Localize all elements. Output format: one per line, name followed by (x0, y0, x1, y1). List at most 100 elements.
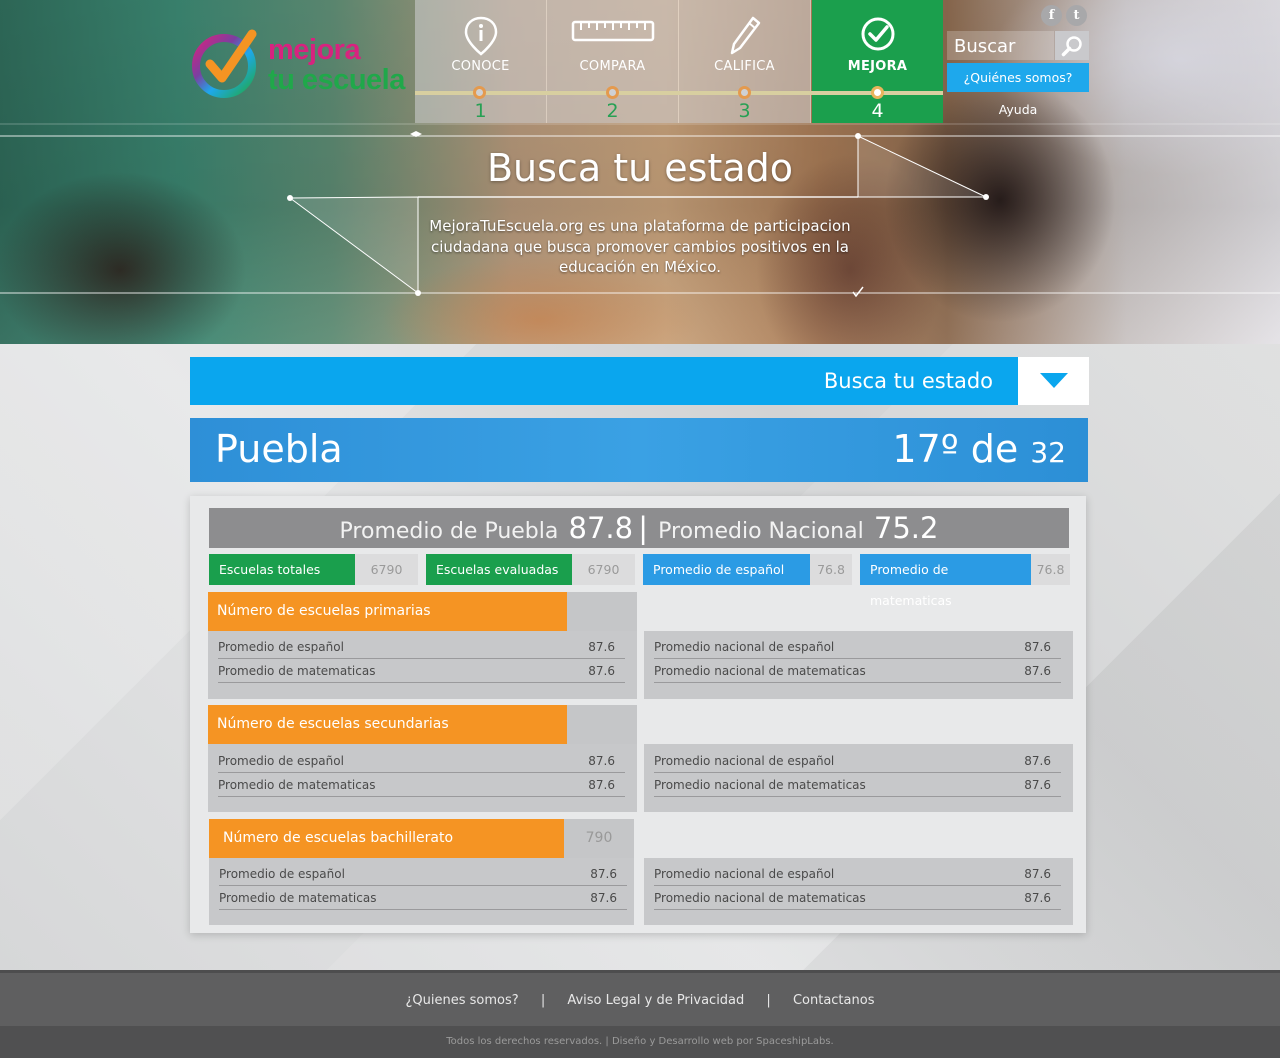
step-label: COMPARA (579, 59, 646, 74)
section-primarias-header: Número de escuelas primarias (208, 592, 567, 631)
ayuda-link[interactable]: Ayuda (947, 97, 1089, 123)
national-average-label: Promedio Nacional (658, 519, 864, 544)
info-pin-icon (415, 16, 546, 56)
row-label: Promedio de español (218, 754, 344, 768)
step-progress-line (415, 91, 943, 95)
search-button[interactable] (1055, 31, 1089, 60)
kpi-label: Promedio de matematicas (860, 554, 1031, 608)
search-icon (1061, 35, 1082, 56)
state-rank-position: 17º de (892, 427, 1019, 471)
kpi-label: Promedio de español (643, 554, 810, 585)
row-label: Promedio nacional de español (654, 867, 835, 881)
row-value: 87.6 (590, 891, 617, 905)
row-label: Promedio nacional de español (654, 754, 835, 768)
step-dot (473, 86, 486, 99)
state-average-label: Promedio de Puebla (339, 519, 559, 544)
row-value: 87.6 (1024, 778, 1051, 792)
logo-text-mejora: mejora (268, 34, 361, 66)
logo[interactable]: mejora tu escuela (190, 26, 410, 102)
section-bachillerato-state-box: Promedio de español 87.6 Promedio de mate… (209, 858, 634, 925)
footer-link-aviso-legal[interactable]: Aviso Legal y de Privacidad (567, 993, 744, 1008)
row-value: 87.6 (588, 754, 615, 768)
hero-title: Busca tu estado (486, 146, 793, 190)
row-value: 87.6 (588, 640, 615, 654)
state-name: Puebla (215, 427, 343, 471)
row-label: Promedio de español (218, 640, 344, 654)
state-selector-toggle[interactable] (1018, 357, 1089, 405)
row-value: 87.6 (588, 778, 615, 792)
averages-bar: Promedio de Puebla 87.8 | Promedio Nacio… (209, 508, 1069, 548)
step-compara[interactable]: COMPARA 2 (547, 0, 678, 123)
state-average-value: 87.8 (568, 511, 634, 545)
kpi-value: 76.8 (810, 554, 852, 585)
copyright: Todos los derechos reservados. | Diseño … (0, 1026, 1280, 1058)
kpi-promedio-matematicas: Promedio de matematicas 76.8 (860, 554, 1070, 608)
section-bachillerato-header: Número de escuelas bachillerato (209, 819, 564, 858)
step-number: 2 (606, 100, 619, 122)
twitter-icon[interactable]: t (1066, 5, 1087, 26)
table-row: Promedio nacional de español 87.6 (654, 749, 1061, 773)
footer-link-contactanos[interactable]: Contactanos (793, 993, 875, 1008)
kpi-label: Escuelas evaluadas (426, 554, 572, 585)
row-value: 87.6 (1024, 891, 1051, 905)
kpi-value: 6790 (572, 554, 635, 585)
footer-separator: | (766, 993, 771, 1008)
kpi-label: Escuelas totales (209, 554, 355, 585)
row-value: 87.6 (1024, 867, 1051, 881)
kpi-value: 76.8 (1031, 554, 1070, 585)
chevron-down-icon (1039, 373, 1068, 388)
facebook-icon[interactable]: f (1041, 5, 1062, 26)
step-mejora[interactable]: MEJORA 4 (812, 0, 943, 123)
row-value: 87.6 (1024, 640, 1051, 654)
logo-mark-icon (192, 29, 257, 98)
check-circle-icon (812, 16, 943, 56)
step-label: MEJORA (847, 59, 908, 74)
row-label: Promedio nacional de matematicas (654, 664, 866, 678)
step-navigation: CONOCE 1 COMPARA 2 CALIFICA 3 MEJORA 4 (415, 0, 943, 123)
table-row: Promedio de matematicas 87.6 (219, 886, 627, 910)
table-row: Promedio de español 87.6 (218, 749, 625, 773)
table-row: Promedio de español 87.6 (219, 862, 627, 886)
footer: ¿Quienes somos? | Aviso Legal y de Priva… (0, 970, 1280, 1026)
kpi-escuelas-evaluadas: Escuelas evaluadas 6790 (426, 554, 635, 585)
table-row: Promedio nacional de matematicas 87.6 (654, 773, 1061, 797)
table-row: Promedio nacional de español 87.6 (654, 862, 1061, 886)
step-number: 1 (474, 100, 487, 122)
logo-text-tu-escuela: tu escuela (268, 64, 405, 96)
step-dot (606, 86, 619, 99)
step-califica[interactable]: CALIFICA 3 (679, 0, 810, 123)
step-divider (810, 0, 811, 123)
section-bachillerato-value: 790 (564, 819, 634, 858)
quienes-somos-button[interactable]: ¿Quiénes somos? (947, 63, 1089, 92)
section-primarias-national-box: Promedio nacional de español 87.6 Promedi… (644, 631, 1073, 699)
footer-link-quienes-somos[interactable]: ¿Quienes somos? (406, 993, 519, 1008)
table-row: Promedio de matematicas 87.6 (218, 659, 625, 683)
section-bachillerato-national-box: Promedio nacional de español 87.6 Promedi… (644, 858, 1073, 925)
state-rank: 17º de 32 (892, 427, 1066, 471)
search-input[interactable]: Buscar (947, 31, 1054, 60)
table-row: Promedio nacional de matematicas 87.6 (654, 659, 1061, 683)
step-dot (738, 86, 751, 99)
step-dot-active (871, 86, 884, 99)
national-average-value: 75.2 (873, 511, 939, 545)
step-label: CALIFICA (714, 59, 775, 74)
row-value: 87.6 (1024, 664, 1051, 678)
section-primarias-value (567, 592, 637, 631)
section-primarias-state-box: Promedio de español 87.6 Promedio de mate… (208, 631, 637, 699)
averages-separator: | (638, 511, 648, 545)
section-secundarias-state-box: Promedio de español 87.6 Promedio de mate… (208, 744, 637, 812)
table-row: Promedio de matematicas 87.6 (218, 773, 625, 797)
ruler-icon (547, 16, 678, 56)
kpi-escuelas-totales: Escuelas totales 6790 (209, 554, 418, 585)
row-value: 87.6 (588, 664, 615, 678)
state-selector[interactable]: Busca tu estado (190, 357, 1018, 405)
hero-description: MejoraTuEscuela.org es una plataforma de… (429, 217, 851, 276)
step-label: CONOCE (451, 59, 510, 74)
nav-strip (0, 123, 1280, 125)
row-label: Promedio nacional de matematicas (654, 891, 866, 905)
step-conoce[interactable]: CONOCE 1 (415, 0, 546, 123)
step-number: 3 (738, 100, 751, 122)
row-label: Promedio de matematicas (218, 778, 376, 792)
row-label: Promedio nacional de matematicas (654, 778, 866, 792)
row-value: 87.6 (1024, 754, 1051, 768)
